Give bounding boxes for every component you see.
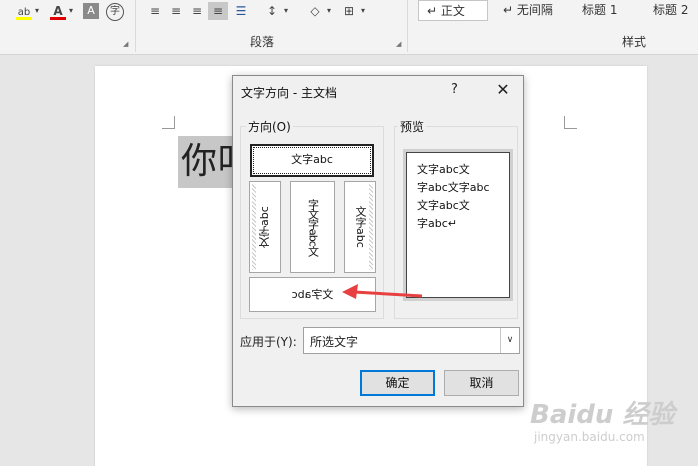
- apply-to-value: 所选文字: [310, 335, 359, 349]
- style-no-spacing[interactable]: ↵ 无间隔: [495, 0, 567, 21]
- preview-line: 字abc文字abc: [417, 181, 490, 194]
- margin-mark-top-left: [162, 116, 175, 129]
- distributed-icon[interactable]: ☰: [231, 2, 251, 20]
- orientation-vertical-rotated-270[interactable]: 文字abc: [344, 181, 376, 273]
- borders-dropdown-icon[interactable]: ▾: [358, 2, 368, 20]
- apply-to-select[interactable]: 所选文字 ∨: [303, 327, 520, 354]
- preview-line: 文字abc文: [417, 163, 470, 176]
- orientation-horizontal[interactable]: 文字abc: [250, 144, 374, 177]
- close-button[interactable]: ✕: [491, 79, 515, 101]
- line-spacing-icon[interactable]: ↕: [262, 2, 282, 20]
- text-direction-dialog: 文字方向 - 主文档 ? ✕ 方向(O) 文字abc 文字abc 字文字abc文…: [232, 75, 524, 407]
- highlight-dropdown-icon[interactable]: ▾: [32, 2, 42, 20]
- baidu-watermark: Baidu 经验 jingyan.baidu.com: [530, 394, 696, 458]
- shading-dropdown-icon[interactable]: ▾: [324, 2, 334, 20]
- annotation-arrow-icon: [342, 284, 423, 299]
- chevron-down-icon[interactable]: ∨: [500, 328, 519, 353]
- annotation-arrow-head: [342, 284, 358, 299]
- font-color-dropdown-icon[interactable]: ▾: [66, 2, 76, 20]
- watermark-brand: Baidu 经验: [530, 400, 675, 430]
- dialog-title: 文字方向 - 主文档: [241, 86, 337, 100]
- ribbon: ab ▾ A ▾ A 字 ≡ ≡ ≡ ≡ ☰ ↕ ▾ ◇ ▾ ⊞ ▾ ◢ 段落 …: [0, 0, 698, 55]
- font-dialog-launcher-icon[interactable]: ◢: [123, 40, 131, 48]
- align-center-icon[interactable]: ≡: [166, 2, 186, 20]
- highlight-icon[interactable]: ab: [14, 2, 34, 20]
- borders-icon[interactable]: ⊞: [339, 2, 359, 20]
- preview-label: 预览: [398, 118, 427, 135]
- character-shading-icon[interactable]: A: [83, 3, 99, 19]
- orientation-vertical-stacked-label: 字文字abc文: [306, 198, 320, 256]
- style-normal[interactable]: ↵ 正文: [418, 0, 488, 21]
- preview-box: 文字abc文 字abc文字abc 文字abc文 字abc↵: [406, 152, 510, 298]
- orientation-vertical-stacked[interactable]: 字文字abc文: [290, 181, 335, 273]
- annotation-arrow-shaft: [353, 290, 423, 298]
- justify-icon[interactable]: ≡: [208, 2, 228, 20]
- preview-line: 字abc↵: [417, 217, 457, 230]
- paragraph-group-label: 段落: [250, 35, 275, 49]
- font-color-icon[interactable]: A: [48, 2, 68, 20]
- ribbon-separator: [407, 0, 408, 52]
- line-spacing-dropdown-icon[interactable]: ▾: [281, 2, 291, 20]
- shading-icon[interactable]: ◇: [305, 2, 325, 20]
- ok-button[interactable]: 确定: [360, 370, 435, 396]
- margin-mark-top-right: [564, 116, 577, 129]
- character-shading-label: A: [87, 4, 95, 17]
- styles-group-label: 样式: [622, 35, 647, 49]
- orientation-vertical-rotated-90-label: 文字abc: [258, 206, 271, 248]
- preview-line: 文字abc文: [417, 199, 470, 212]
- ribbon-separator: [135, 0, 136, 52]
- watermark-url: jingyan.baidu.com: [534, 430, 645, 444]
- orientation-horizontal-label: 文字abc: [291, 153, 333, 166]
- font-color-label: A: [53, 4, 63, 18]
- highlight-color-bar: [16, 17, 32, 20]
- align-right-icon[interactable]: ≡: [187, 2, 207, 20]
- style-heading-2[interactable]: 标题 2: [645, 0, 698, 21]
- align-left-icon[interactable]: ≡: [145, 2, 165, 20]
- font-color-bar: [50, 17, 66, 20]
- style-heading-1[interactable]: 标题 1: [574, 0, 640, 21]
- phonetic-guide-icon[interactable]: 字: [106, 3, 124, 21]
- close-icon: ✕: [496, 80, 510, 99]
- cancel-button[interactable]: 取消: [444, 370, 519, 396]
- apply-to-label: 应用于(Y):: [240, 335, 297, 349]
- help-button[interactable]: ?: [451, 82, 458, 97]
- phonetic-guide-label: 字: [110, 6, 120, 17]
- orientation-vertical-rotated-90[interactable]: 文字abc: [249, 181, 281, 273]
- paragraph-dialog-launcher-icon[interactable]: ◢: [396, 40, 404, 48]
- orientation-label: 方向(O): [246, 118, 293, 135]
- hatch-decoration: [369, 184, 373, 270]
